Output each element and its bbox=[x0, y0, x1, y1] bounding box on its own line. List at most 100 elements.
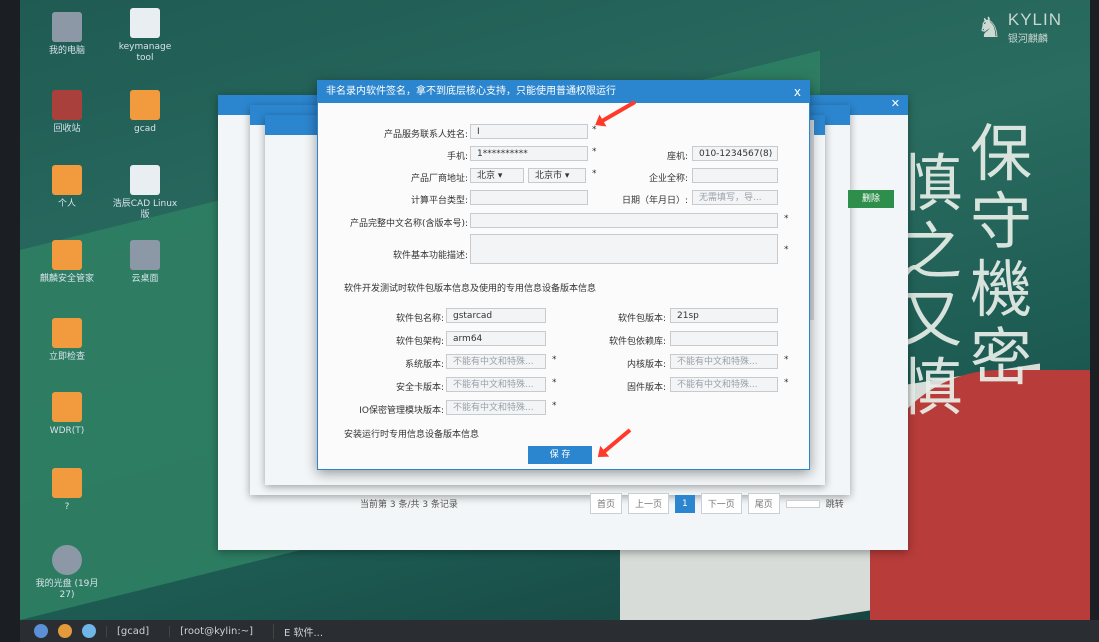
pkg-arch-input[interactable]: arm64 bbox=[446, 331, 546, 346]
date-input[interactable]: 无需填写，导... bbox=[692, 190, 778, 205]
desktop-icon-label: 我的电脑 bbox=[48, 46, 85, 56]
required-mark: * bbox=[784, 355, 789, 365]
logo-brand: KYLIN bbox=[1007, 10, 1062, 29]
firmware-input[interactable]: 不能有中文和特殊... bbox=[670, 377, 778, 392]
dialog-titlebar: 非名录内软件签名，拿不到底层核心支持，只能使用普通权限运行 x bbox=[318, 81, 809, 103]
desktop: ♞ KYLIN 银河麒麟 保守機密 慎之又慎 我的电脑 keymanage to… bbox=[20, 0, 1090, 620]
folder-icon bbox=[52, 468, 82, 498]
platform-label: 计算平台类型: bbox=[410, 196, 468, 206]
date-label: 日期（年月日）: bbox=[621, 196, 688, 206]
delete-button[interactable]: 删除 bbox=[848, 190, 894, 208]
desktop-icon-label: ? bbox=[64, 502, 70, 512]
pager-last-button[interactable]: 尾页 bbox=[747, 493, 780, 514]
dvd-icon bbox=[52, 545, 82, 575]
safe-card-label: 安全卡版本: bbox=[395, 383, 444, 393]
required-mark: * bbox=[552, 401, 557, 411]
platform-input[interactable] bbox=[470, 190, 588, 205]
sys-version-input[interactable]: 不能有中文和特殊... bbox=[446, 354, 546, 369]
cloud-icon bbox=[130, 240, 160, 270]
pager-current-page[interactable]: 1 bbox=[674, 494, 695, 513]
io-module-label: IO保密管理模块版本: bbox=[359, 406, 444, 416]
io-module-input[interactable]: 不能有中文和特殊... bbox=[446, 400, 546, 415]
pagination: 当前第 3 条/共 3 条记录 首页 上一页 1 下一页 尾页 跳转 bbox=[360, 493, 844, 514]
kylin-logo: ♞ KYLIN 银河麒麟 bbox=[977, 10, 1062, 45]
desktop-icon-label: WDR(T) bbox=[49, 426, 85, 436]
phone-input[interactable]: 1********** bbox=[470, 146, 588, 161]
city-value: 北京市 bbox=[535, 171, 563, 181]
computer-icon bbox=[52, 12, 82, 42]
company-input[interactable] bbox=[692, 168, 778, 183]
desktop-icon-label: 个人 bbox=[57, 199, 76, 209]
pkg-deps-input[interactable] bbox=[670, 331, 778, 346]
folder-icon bbox=[52, 165, 82, 195]
city-select[interactable]: 北京市 ▾ bbox=[528, 168, 586, 183]
safe-card-input[interactable]: 不能有中文和特殊... bbox=[446, 377, 546, 392]
pkg-version-label: 软件包版本: bbox=[617, 314, 666, 324]
fax-input[interactable]: 010-1234567(8) bbox=[692, 146, 778, 161]
sys-version-label: 系统版本: bbox=[404, 360, 444, 370]
taskbar: [gcad] [root@kylin:~] E 软件... bbox=[20, 620, 1099, 642]
required-mark: * bbox=[784, 378, 789, 388]
section-dev-versions: 软件开发测试时软件包版本信息及使用的专用信息设备版本信息 bbox=[344, 284, 597, 294]
gstarcad-icon bbox=[130, 165, 160, 195]
description-textarea[interactable] bbox=[470, 234, 778, 264]
desktop-icon-wdr[interactable]: WDR(T) bbox=[32, 392, 102, 437]
pkg-name-input[interactable]: gstarcad bbox=[446, 308, 546, 323]
folder-icon bbox=[52, 392, 82, 422]
full-name-input[interactable] bbox=[470, 213, 778, 228]
pkg-version-input[interactable]: 21sp bbox=[670, 308, 778, 323]
logo-subtitle: 银河麒麟 bbox=[1007, 34, 1048, 45]
company-label: 企业全称: bbox=[648, 174, 688, 184]
desktop-icon-security[interactable]: 麒麟安全管家 bbox=[32, 240, 102, 285]
required-mark: * bbox=[552, 378, 557, 388]
save-button[interactable]: 保 存 bbox=[528, 446, 592, 464]
pkg-deps-label: 软件包依赖库: bbox=[608, 337, 666, 347]
desktop-icon-gstarcad[interactable]: 浩辰CAD Linux版 bbox=[110, 165, 180, 221]
trash-icon bbox=[52, 90, 82, 120]
desktop-icon-trash[interactable]: 回收站 bbox=[32, 90, 102, 135]
close-icon[interactable]: x bbox=[794, 81, 801, 103]
desktop-icon-label: keymanage tool bbox=[118, 42, 172, 63]
desktop-icon-dvd[interactable]: 我的光盘 (19月27) bbox=[32, 545, 102, 601]
desktop-icon-label: 云桌面 bbox=[131, 274, 159, 284]
phone-label: 手机: bbox=[446, 152, 468, 162]
file-manager-icon[interactable] bbox=[82, 624, 96, 638]
pager-summary: 当前第 3 条/共 3 条记录 bbox=[360, 500, 458, 510]
pkg-arch-label: 软件包架构: bbox=[395, 337, 444, 347]
required-mark: * bbox=[784, 214, 789, 224]
desktop-icon-cloud[interactable]: 云桌面 bbox=[110, 240, 180, 285]
desktop-icon-check[interactable]: 立即检查 bbox=[32, 318, 102, 363]
pager-prev-button[interactable]: 上一页 bbox=[627, 493, 669, 514]
province-select[interactable]: 北京 ▾ bbox=[470, 168, 524, 183]
section-runtime-versions: 安装运行时专用信息设备版本信息 bbox=[344, 430, 480, 440]
desktop-icon-gcad[interactable]: gcad bbox=[110, 90, 180, 135]
taskbar-item[interactable]: [root@kylin:~] bbox=[169, 625, 263, 637]
desktop-icon-personal[interactable]: 个人 bbox=[32, 165, 102, 210]
signature-dialog: 非名录内软件签名，拿不到底层核心支持，只能使用普通权限运行 x 产品服务联系人姓… bbox=[317, 80, 810, 470]
close-icon[interactable]: ✕ bbox=[891, 97, 900, 110]
kernel-version-input[interactable]: 不能有中文和特殊... bbox=[670, 354, 778, 369]
desktop-icon-label: 我的光盘 (19月27) bbox=[35, 579, 99, 600]
folder-icon bbox=[52, 318, 82, 348]
desktop-icon-unknown[interactable]: ? bbox=[32, 468, 102, 513]
desktop-icon-keymanage[interactable]: keymanage tool bbox=[110, 8, 180, 64]
taskbar-item[interactable]: E 软件... bbox=[272, 623, 333, 639]
fax-label: 座机: bbox=[666, 152, 688, 162]
desktop-icon-label: 浩辰CAD Linux版 bbox=[112, 199, 178, 220]
required-mark: * bbox=[592, 169, 597, 179]
dialog-title: 非名录内软件签名，拿不到底层核心支持，只能使用普通权限运行 bbox=[326, 86, 616, 97]
start-menu-icon[interactable] bbox=[34, 624, 48, 638]
description-label: 软件基本功能描述: bbox=[392, 251, 468, 261]
contact-name-input[interactable]: I bbox=[470, 124, 588, 139]
pager-jump-input[interactable] bbox=[785, 499, 820, 508]
pager-jump-button[interactable]: 跳转 bbox=[826, 497, 844, 510]
browser-icon[interactable] bbox=[58, 624, 72, 638]
address-label: 产品厂商地址: bbox=[410, 174, 468, 184]
kylin-emblem-icon: ♞ bbox=[976, 11, 1002, 44]
desktop-icon-computer[interactable]: 我的电脑 bbox=[32, 12, 102, 57]
desktop-icon-label: gcad bbox=[134, 124, 156, 134]
taskbar-item[interactable]: [gcad] bbox=[106, 625, 159, 637]
pager-next-button[interactable]: 下一页 bbox=[700, 493, 742, 514]
desktop-icon-label: 立即检查 bbox=[48, 352, 85, 362]
pager-first-button[interactable]: 首页 bbox=[589, 493, 622, 514]
